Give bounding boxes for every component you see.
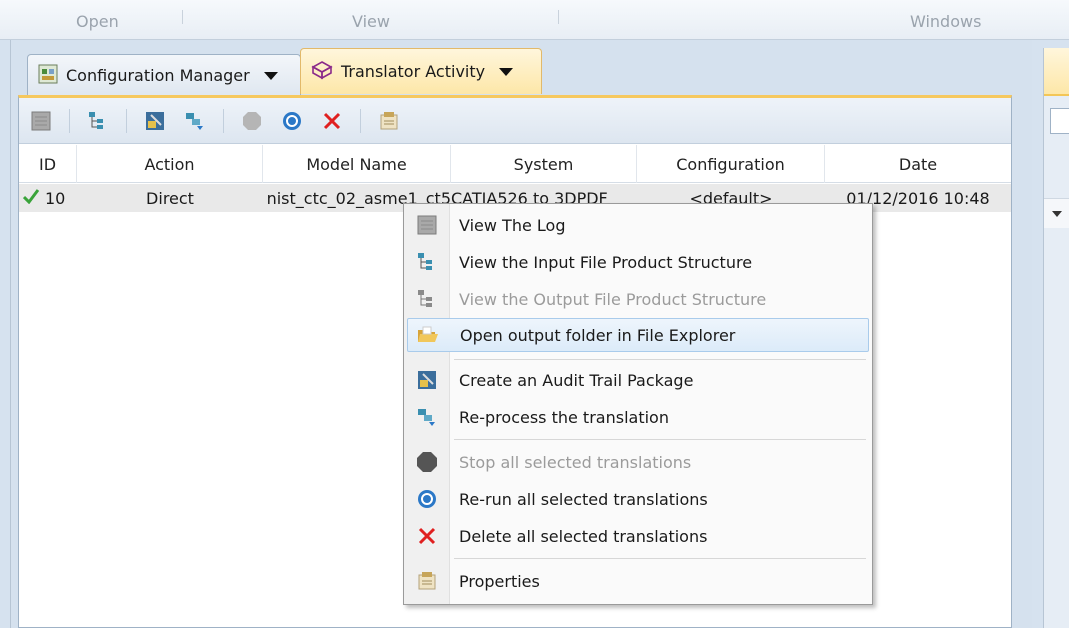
menu-item-label: View the Input File Product Structure	[459, 252, 753, 272]
action-cell: Direct	[146, 188, 194, 208]
translator-activity-icon	[311, 60, 333, 84]
ribbon-divider	[558, 10, 559, 24]
reprocess-icon	[407, 407, 447, 427]
rerun-icon[interactable]	[280, 109, 304, 133]
id-cell: 10	[19, 184, 77, 212]
menu-item-label: Delete all selected translations	[459, 526, 708, 546]
product-structure-icon	[407, 289, 447, 309]
rerun-icon	[407, 489, 447, 509]
audit-package-icon	[407, 370, 447, 390]
menu-item-view-input-structure[interactable]: View the Input File Product Structure	[407, 245, 869, 279]
menu-separator	[454, 359, 866, 360]
menu-item-reprocess[interactable]: Re-process the translation	[407, 400, 869, 434]
right-panel-field[interactable]	[1050, 108, 1069, 134]
menu-item-properties[interactable]: Properties	[407, 564, 869, 598]
menu-item-label: Stop all selected translations	[459, 452, 692, 472]
menu-item-create-audit-package[interactable]: Create an Audit Trail Package	[407, 363, 869, 397]
ribbon-group-view: View	[352, 12, 390, 31]
menu-item-open-output-folder[interactable]: Open output folder in File Explorer	[407, 318, 869, 352]
stop-icon[interactable]	[240, 109, 264, 133]
menu-item-label: View The Log	[459, 215, 566, 235]
menu-item-label: Open output folder in File Explorer	[460, 325, 736, 345]
row-id: 10	[45, 188, 66, 208]
menu-item-stop-translations[interactable]: Stop all selected translations	[407, 445, 869, 479]
menu-item-rerun-translations[interactable]: Re-run all selected translations	[407, 482, 869, 516]
check-icon	[22, 188, 40, 208]
right-docked-panel	[1043, 48, 1069, 628]
column-header-model-name[interactable]: Model Name	[263, 145, 451, 183]
toolbar-separator	[69, 108, 70, 133]
column-header-action[interactable]: Action	[77, 145, 263, 183]
toolbar	[19, 98, 1011, 144]
delete-icon[interactable]	[320, 109, 344, 133]
menu-item-delete-translations[interactable]: Delete all selected translations	[407, 519, 869, 553]
tab-label: Translator Activity	[341, 62, 486, 81]
toolbar-separator	[360, 108, 361, 133]
menu-separator	[454, 439, 866, 440]
ribbon-group-windows: Windows	[910, 12, 982, 31]
right-panel-tab[interactable]	[1044, 48, 1069, 96]
open-folder-icon	[408, 325, 448, 345]
chevron-down-icon[interactable]	[499, 67, 514, 76]
chevron-down-icon	[1052, 211, 1062, 217]
ribbon-group-bar: Open View Windows	[0, 0, 1069, 40]
stop-icon	[407, 451, 447, 473]
audit-package-icon[interactable]	[143, 109, 167, 133]
reprocess-icon[interactable]	[183, 109, 207, 133]
toolbar-separator	[223, 108, 224, 133]
delete-icon	[407, 526, 447, 546]
toolbar-separator	[126, 108, 127, 133]
ribbon-group-open: Open	[76, 12, 119, 31]
menu-item-label: View the Output File Product Structure	[459, 289, 767, 309]
menu-item-label: Properties	[459, 571, 540, 591]
menu-item-label: Re-run all selected translations	[459, 489, 708, 509]
chevron-down-icon[interactable]	[263, 71, 278, 80]
column-header-id[interactable]: ID	[19, 145, 77, 183]
menu-item-view-output-structure[interactable]: View the Output File Product Structure	[407, 282, 869, 316]
menu-item-label: Create an Audit Trail Package	[459, 370, 694, 390]
right-panel-dropdown[interactable]	[1044, 198, 1069, 228]
properties-icon[interactable]	[377, 109, 401, 133]
column-header-configuration[interactable]: Configuration	[637, 145, 825, 183]
properties-icon	[407, 571, 447, 591]
tab-label: Configuration Manager	[66, 66, 250, 85]
product-structure-icon[interactable]	[86, 109, 110, 133]
menu-separator	[454, 558, 866, 559]
log-icon	[407, 215, 447, 235]
grid-header: ID Action Model Name System Configuratio…	[19, 145, 1011, 183]
tab-configuration-manager[interactable]: Configuration Manager	[27, 54, 301, 96]
product-structure-icon	[407, 252, 447, 272]
column-header-system[interactable]: System	[451, 145, 637, 183]
column-header-date[interactable]: Date	[825, 145, 1011, 183]
config-manager-icon	[38, 64, 58, 88]
menu-item-view-log[interactable]: View The Log	[407, 208, 869, 242]
tab-translator-activity[interactable]: Translator Activity	[300, 48, 542, 94]
ribbon-divider	[182, 10, 183, 24]
context-menu: View The Log View the Input File Product…	[403, 203, 873, 605]
view-log-icon[interactable]	[29, 109, 53, 133]
menu-item-label: Re-process the translation	[459, 407, 669, 427]
